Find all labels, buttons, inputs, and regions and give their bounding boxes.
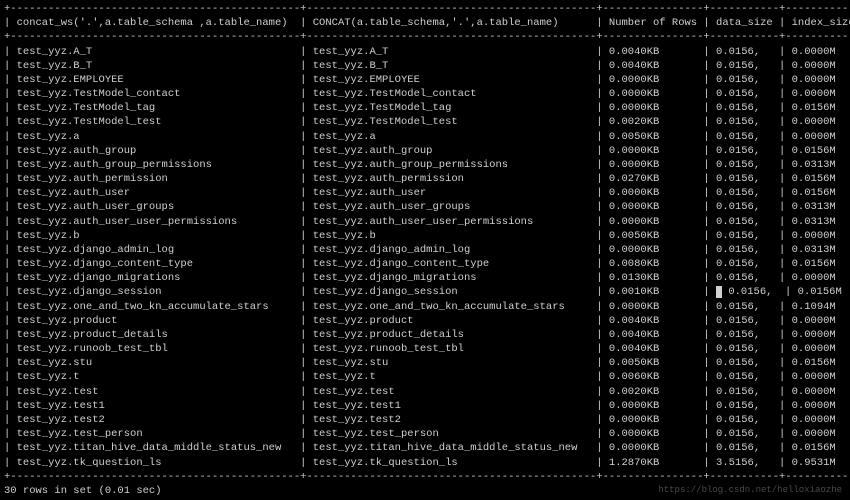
table-row: | test_yyz.auth_user_groups | test_yyz.a… [4,200,846,214]
table-row: | test_yyz.product_details | test_yyz.pr… [4,328,846,342]
table-row: | test_yyz.product | test_yyz.product | … [4,314,846,328]
text-cursor [716,286,722,298]
table-row: | test_yyz.TestModel_tag | test_yyz.Test… [4,101,846,115]
watermark: https://blog.csdn.net/helloxiaozhe [658,484,842,496]
table-row: | test_yyz.auth_user_user_permissions | … [4,215,846,229]
table-row: | test_yyz.one_and_two_kn_accumulate_sta… [4,300,846,314]
table-row: | test_yyz.TestModel_test | test_yyz.Tes… [4,115,846,129]
border-bottom: +---------------------------------------… [4,470,846,484]
table-row: | test_yyz.test | test_yyz.test | 0.0020… [4,385,846,399]
table-row: | test_yyz.auth_group_permissions | test… [4,158,846,172]
border-mid: +---------------------------------------… [4,30,846,44]
table-row: | test_yyz.auth_group | test_yyz.auth_gr… [4,144,846,158]
table-row: | test_yyz.auth_permission | test_yyz.au… [4,172,846,186]
table-row: | test_yyz.TestModel_contact | test_yyz.… [4,87,846,101]
table-row: | test_yyz.test_person | test_yyz.test_p… [4,427,846,441]
table-row: | test_yyz.django_content_type | test_yy… [4,257,846,271]
table-row: | test_yyz.tk_question_ls | test_yyz.tk_… [4,456,846,470]
table-row: | test_yyz.B_T | test_yyz.B_T | 0.0040KB… [4,59,846,73]
table-row: | test_yyz.A_T | test_yyz.A_T | 0.0040KB… [4,45,846,59]
table-row: | test_yyz.b | test_yyz.b | 0.0050KB | 0… [4,229,846,243]
table-row: | test_yyz.django_session | test_yyz.dja… [4,285,846,299]
table-row: | test_yyz.test1 | test_yyz.test1 | 0.00… [4,399,846,413]
table-row: | test_yyz.django_admin_log | test_yyz.d… [4,243,846,257]
table-row: | test_yyz.EMPLOYEE | test_yyz.EMPLOYEE … [4,73,846,87]
table-row: | test_yyz.runoob_test_tbl | test_yyz.ru… [4,342,846,356]
table-row: | test_yyz.auth_user | test_yyz.auth_use… [4,186,846,200]
table-row: | test_yyz.a | test_yyz.a | 0.0050KB | 0… [4,130,846,144]
table-row: | test_yyz.stu | test_yyz.stu | 0.0050KB… [4,356,846,370]
table-row: | test_yyz.t | test_yyz.t | 0.0060KB | 0… [4,370,846,384]
table-row: | test_yyz.titan_hive_data_middle_status… [4,441,846,455]
table-row: | test_yyz.django_migrations | test_yyz.… [4,271,846,285]
border-top: +---------------------------------------… [4,2,846,16]
terminal-output: +---------------------------------------… [4,2,846,498]
header-row: | concat_ws('.',a.table_schema ,a.table_… [4,16,846,30]
table-row: | test_yyz.test2 | test_yyz.test2 | 0.00… [4,413,846,427]
